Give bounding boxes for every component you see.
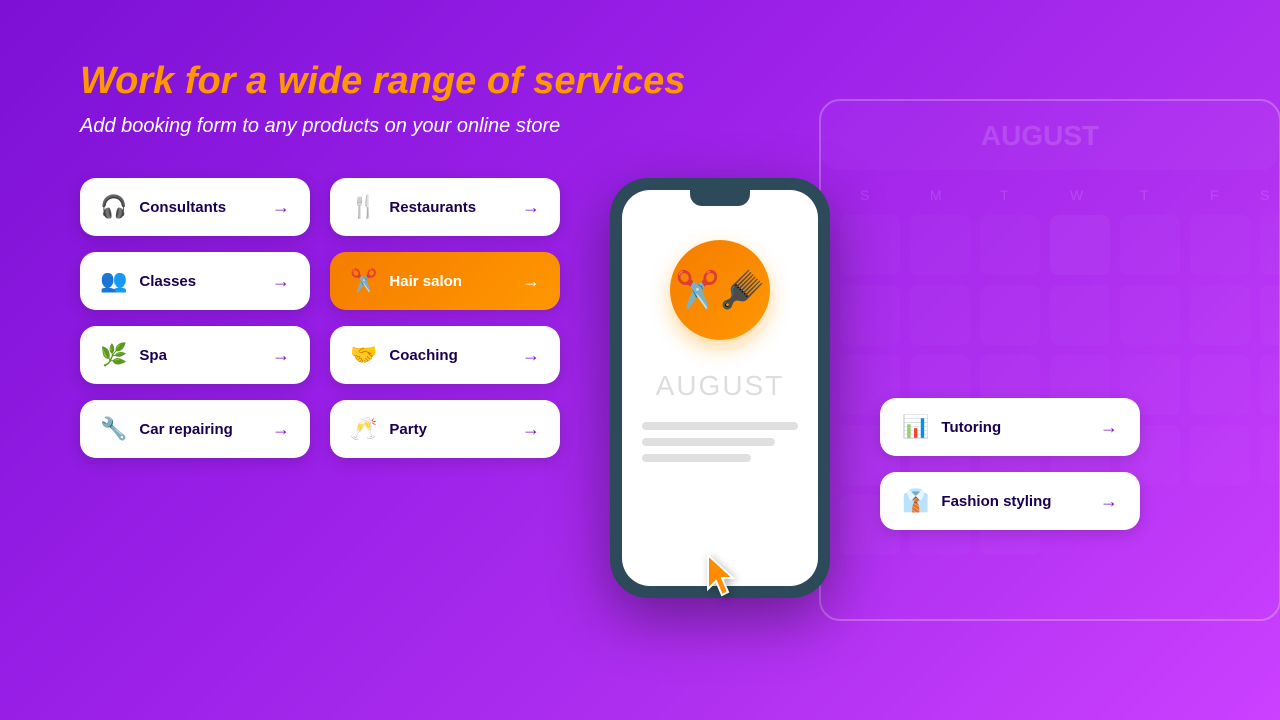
card-hair-salon[interactable]: ✂️ Hair salon → xyxy=(330,252,560,310)
fashion-styling-icon: 👔 xyxy=(902,488,929,514)
restaurants-icon: 🍴 xyxy=(350,194,377,220)
card-classes[interactable]: 👥 Classes → xyxy=(80,252,310,310)
classes-arrow: → xyxy=(272,271,290,292)
hair-salon-arrow: → xyxy=(522,271,540,292)
coaching-icon: 🤝 xyxy=(350,342,377,368)
consultants-label: Consultants xyxy=(139,199,226,216)
restaurants-arrow: → xyxy=(522,197,540,218)
car-repairing-icon: 🔧 xyxy=(100,416,127,442)
car-repairing-arrow: → xyxy=(272,419,290,440)
fashion-styling-label: Fashion styling xyxy=(941,493,1051,510)
card-restaurants[interactable]: 🍴 Restaurants → xyxy=(330,178,560,236)
phone-line-3 xyxy=(642,454,752,462)
middle-column: 🍴 Restaurants → ✂️ Hair salon → 🤝 Coachi… xyxy=(330,178,560,458)
card-tutoring[interactable]: 📊 Tutoring → xyxy=(880,398,1140,456)
cursor-pointer xyxy=(700,551,740,608)
consultants-arrow: → xyxy=(272,197,290,218)
phone-line-2 xyxy=(642,438,775,446)
consultants-icon: 🎧 xyxy=(100,194,127,220)
phone-notch xyxy=(690,190,750,206)
coaching-arrow: → xyxy=(522,345,540,366)
phone-mockup: ✂️🪮 AUGUST xyxy=(610,178,830,598)
restaurants-label: Restaurants xyxy=(389,199,476,216)
phone-app-icon: ✂️🪮 xyxy=(670,240,770,340)
car-repairing-label: Car repairing xyxy=(139,421,232,438)
main-content: Work for a wide range of services Add bo… xyxy=(0,0,1280,638)
phone-content-lines xyxy=(642,422,799,462)
tutoring-arrow: → xyxy=(1100,417,1118,438)
phone-device: ✂️🪮 AUGUST xyxy=(610,178,830,598)
right-column: 📊 Tutoring → 👔 Fashion styling → xyxy=(880,398,1140,530)
card-spa[interactable]: 🌿 Spa → xyxy=(80,326,310,384)
party-icon: 🥂 xyxy=(350,416,377,442)
phone-month-label: AUGUST xyxy=(656,370,785,402)
coaching-label: Coaching xyxy=(389,347,457,364)
classes-icon: 👥 xyxy=(100,268,127,294)
classes-label: Classes xyxy=(139,273,196,290)
card-coaching[interactable]: 🤝 Coaching → xyxy=(330,326,560,384)
tutoring-icon: 📊 xyxy=(902,414,929,440)
phone-screen: ✂️🪮 AUGUST xyxy=(622,190,818,586)
left-column: 🎧 Consultants → 👥 Classes → 🌿 Spa → xyxy=(80,178,310,458)
services-layout: 🎧 Consultants → 👥 Classes → 🌿 Spa → xyxy=(80,178,1200,598)
tutoring-label: Tutoring xyxy=(941,419,1001,436)
card-consultants[interactable]: 🎧 Consultants → xyxy=(80,178,310,236)
subtitle: Add booking form to any products on your… xyxy=(80,115,1200,138)
card-party[interactable]: 🥂 Party → xyxy=(330,400,560,458)
card-fashion-styling[interactable]: 👔 Fashion styling → xyxy=(880,472,1140,530)
spa-label: Spa xyxy=(139,347,167,364)
hair-salon-icon: ✂️ xyxy=(350,268,377,294)
fashion-styling-arrow: → xyxy=(1100,491,1118,512)
party-arrow: → xyxy=(522,419,540,440)
phone-line-1 xyxy=(642,422,799,430)
headline: Work for a wide range of services xyxy=(80,60,1200,103)
card-car-repairing[interactable]: 🔧 Car repairing → xyxy=(80,400,310,458)
scissors-icon: ✂️🪮 xyxy=(675,269,765,311)
hair-salon-label: Hair salon xyxy=(389,273,462,290)
spa-icon: 🌿 xyxy=(100,342,127,368)
party-label: Party xyxy=(389,421,427,438)
spa-arrow: → xyxy=(272,345,290,366)
